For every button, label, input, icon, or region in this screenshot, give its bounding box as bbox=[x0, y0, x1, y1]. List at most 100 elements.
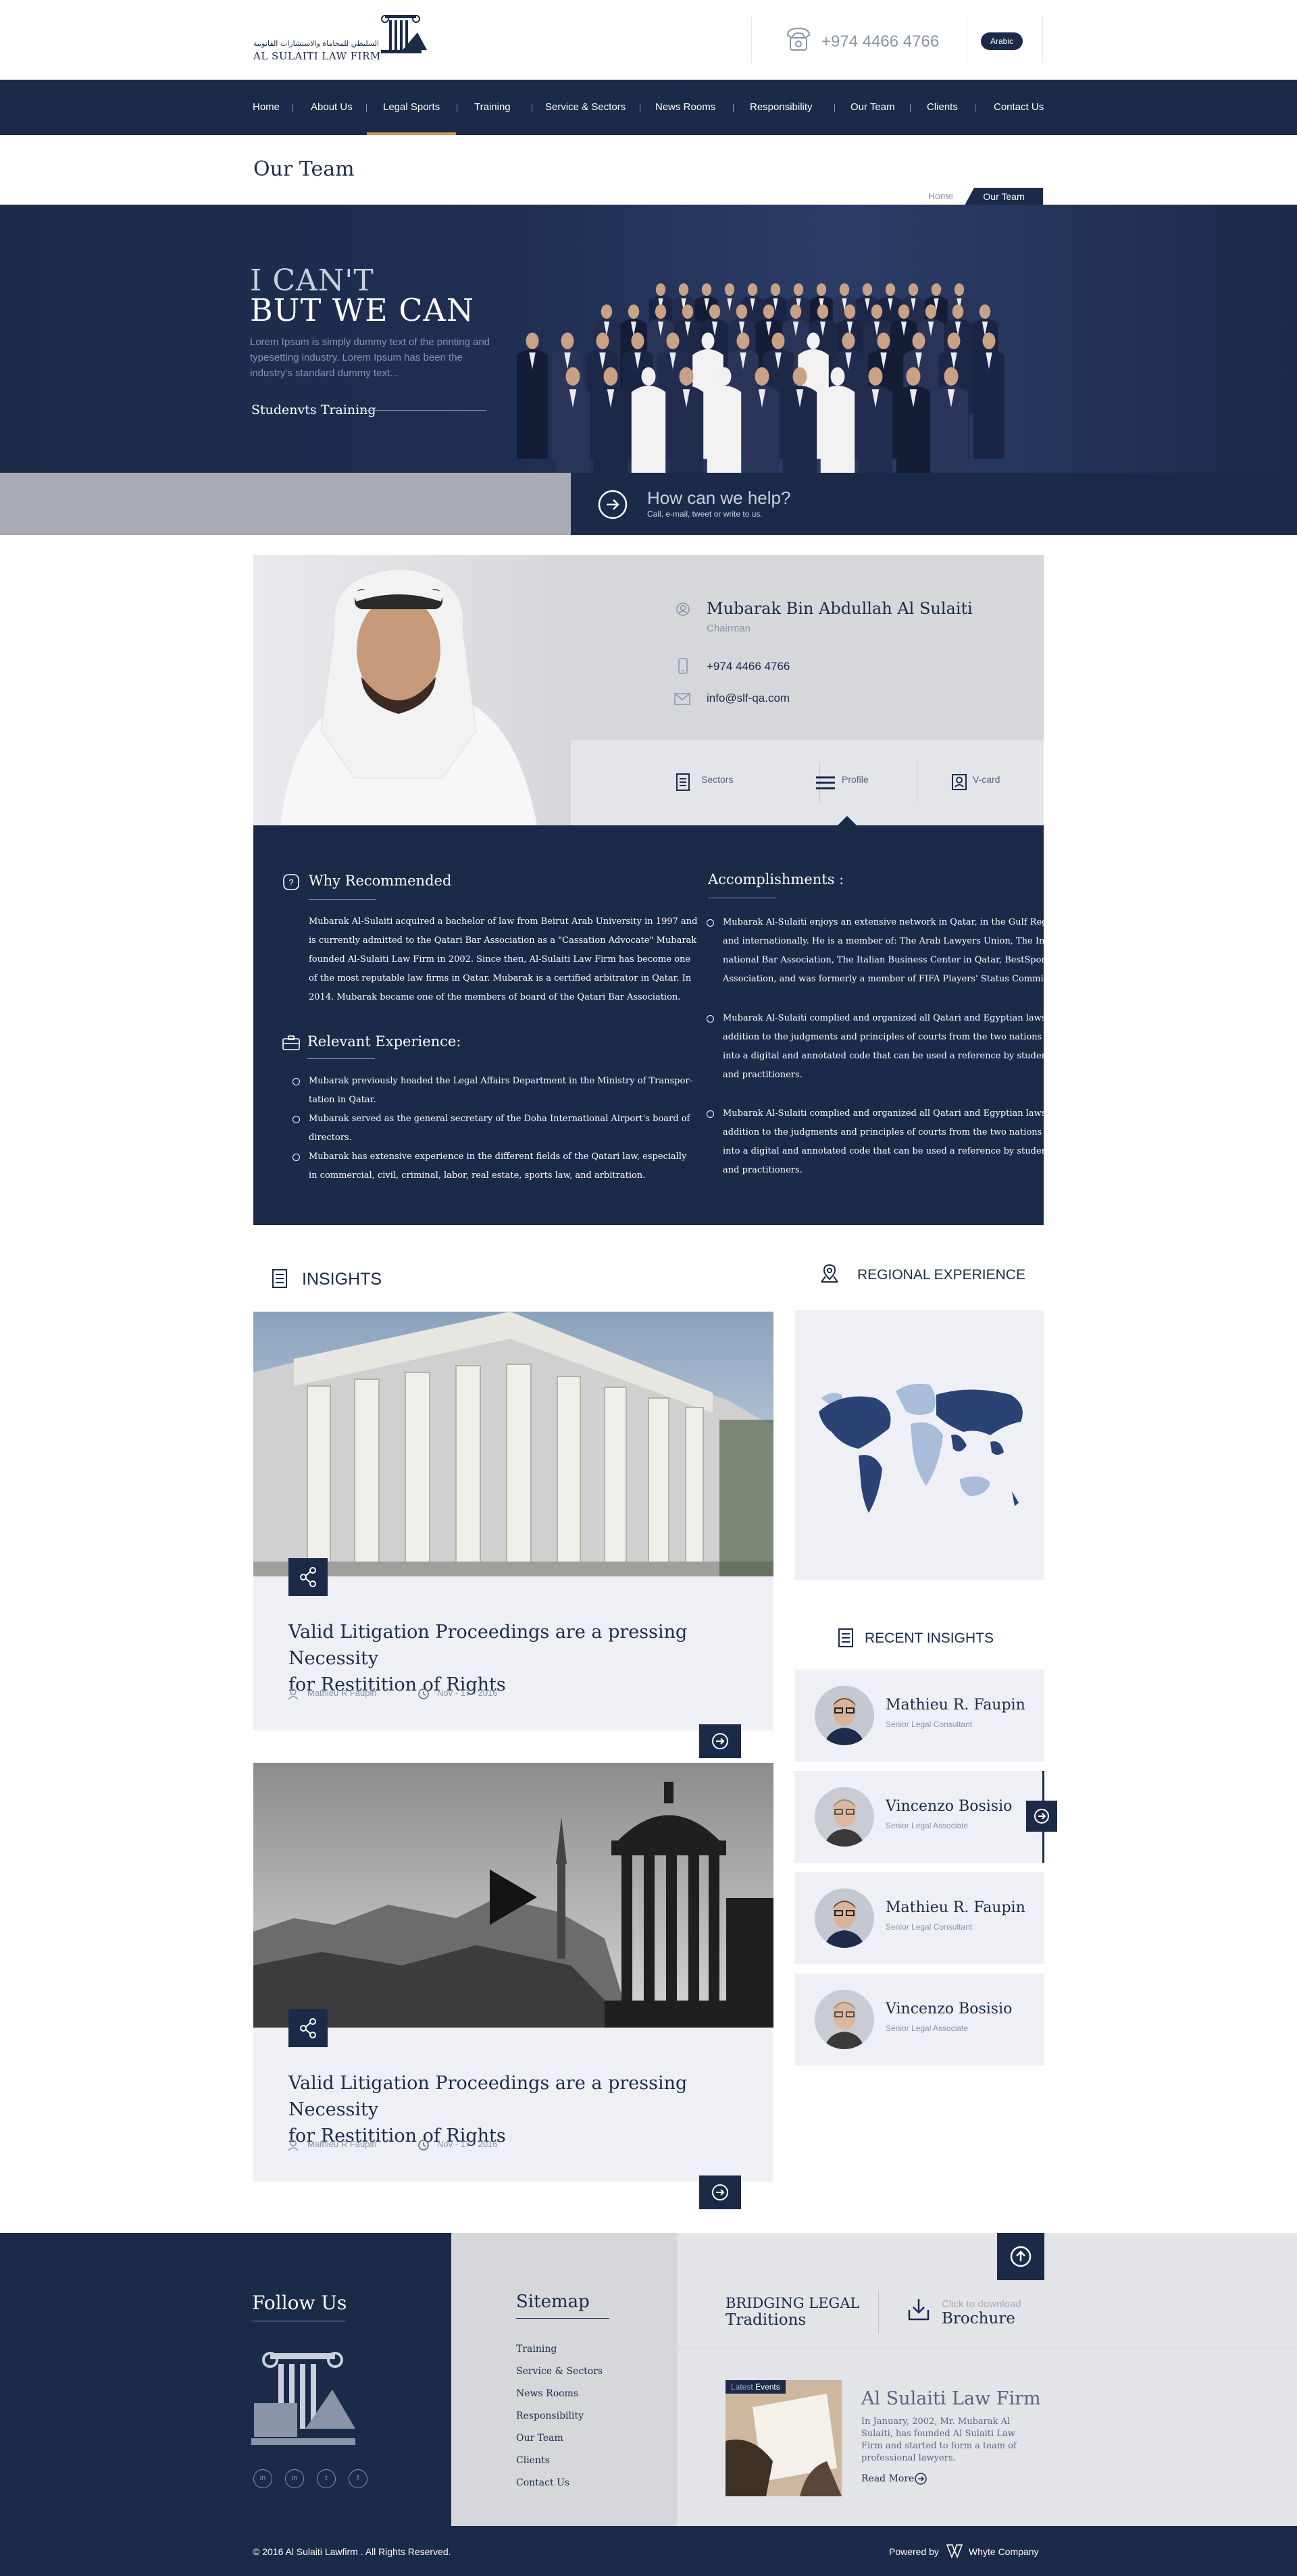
event-photo[interactable] bbox=[726, 2380, 842, 2496]
company-logo-icon[interactable] bbox=[946, 2542, 963, 2558]
why-line: of the most reputable law firms in Qatar… bbox=[309, 973, 692, 983]
accomplishment-line: and practitioners. bbox=[723, 1070, 803, 1080]
nav-news-rooms[interactable]: News Rooms bbox=[655, 80, 715, 135]
header-phone[interactable]: +974 4466 4766 bbox=[821, 32, 939, 51]
experience-line: directors. bbox=[309, 1133, 352, 1143]
footer-follow-section bbox=[0, 2233, 451, 2526]
arrow-circle-icon[interactable] bbox=[597, 489, 628, 520]
nav-about[interactable]: About Us bbox=[311, 80, 353, 135]
sitemap-link[interactable]: News Rooms bbox=[516, 2388, 578, 2399]
read-more-button[interactable] bbox=[699, 2175, 741, 2209]
event-read-more[interactable]: Read More bbox=[861, 2473, 914, 2484]
insight-author: Mathieu R Faupin bbox=[307, 1688, 377, 1698]
sitemap-link[interactable]: Service & Sectors bbox=[516, 2366, 603, 2377]
logo-icon[interactable] bbox=[377, 12, 427, 61]
why-line: Mubarak Al-Sulaiti acquired a bachelor o… bbox=[309, 917, 698, 927]
language-button[interactable]: Arabic bbox=[981, 32, 1023, 50]
insight-date: Nov - 17 - 2016 bbox=[437, 2139, 498, 2149]
breadcrumb-home[interactable]: Home bbox=[928, 190, 953, 201]
nav-home[interactable]: Home bbox=[253, 80, 280, 135]
nav-divider bbox=[834, 104, 835, 112]
nav-service-sectors[interactable]: Service & Sectors bbox=[545, 80, 626, 135]
insight-title[interactable]: Valid Litigation Proceedings are a press… bbox=[288, 1619, 748, 1698]
nav-our-team[interactable]: Our Team bbox=[850, 80, 895, 135]
accomplishment-line: Mubarak Al-Sulaiti complied and organize… bbox=[723, 1013, 1058, 1023]
recent-insight-item[interactable]: Vincenzo Bosisio Senior Legal Associate bbox=[794, 1974, 1044, 2065]
twitter-icon[interactable]: t bbox=[317, 2469, 336, 2488]
recent-insights-title: RECENT INSIGHTS bbox=[865, 1630, 994, 1646]
mail-icon bbox=[674, 693, 690, 705]
recent-insight-item[interactable]: Mathieu R. Faupin Senior Legal Consultan… bbox=[794, 1670, 1044, 1761]
insights-title: INSIGHTS bbox=[302, 1270, 382, 1289]
company-name[interactable]: Whyte Company bbox=[969, 2546, 1038, 2557]
nav-active-indicator bbox=[367, 132, 456, 135]
tab-vcard[interactable]: V-card bbox=[973, 774, 1000, 785]
linkedin-icon[interactable]: in bbox=[253, 2469, 272, 2488]
nav-contact[interactable]: Contact Us bbox=[994, 80, 1044, 135]
accomplishment-item: Mubarak Al-Sulaiti enjoys an extensive n… bbox=[707, 913, 1064, 989]
download-icon[interactable] bbox=[907, 2296, 931, 2322]
breadcrumb-current: Our Team bbox=[965, 188, 1043, 205]
experience-line: Mubarak has extensive experience in the … bbox=[309, 1152, 687, 1162]
document-icon bbox=[270, 1268, 289, 1289]
insight-date: Nov - 17 - 2016 bbox=[437, 1688, 498, 1698]
clock-icon bbox=[417, 2139, 430, 2151]
share-button[interactable] bbox=[288, 1558, 328, 1596]
sitemap-link[interactable]: Responsibility bbox=[516, 2411, 584, 2421]
sitemap-link[interactable]: Clients bbox=[516, 2455, 550, 2466]
recent-insight-item[interactable]: Mathieu R. Faupin Senior Legal Consultan… bbox=[794, 1872, 1044, 1964]
accomplishment-item: Mubarak Al-Sulaiti complied and organize… bbox=[707, 1104, 1057, 1180]
nav-legal-sports[interactable]: Legal Sports bbox=[383, 80, 440, 135]
video-thumbnail[interactable] bbox=[253, 1763, 773, 2028]
share-button[interactable] bbox=[288, 2009, 328, 2047]
vcard-icon[interactable] bbox=[951, 773, 967, 791]
sitemap-link[interactable]: Training bbox=[516, 2344, 557, 2354]
recent-insight-item[interactable]: Vincenzo Bosisio Senior Legal Associate bbox=[794, 1771, 1044, 1863]
sectors-icon[interactable] bbox=[674, 773, 692, 792]
insight-card[interactable]: Valid Litigation Proceedings are a press… bbox=[253, 1763, 773, 2209]
recent-role: Senior Legal Consultant bbox=[886, 1922, 973, 1932]
hero-training-link[interactable]: Studenvts Training bbox=[251, 403, 376, 417]
tab-profile[interactable]: Profile bbox=[842, 774, 869, 785]
avatar bbox=[815, 1787, 874, 1847]
insight-title-line: Valid Litigation Proceedings are a press… bbox=[288, 1622, 688, 1669]
sitemap-link[interactable]: Contact Us bbox=[516, 2477, 569, 2488]
accomplishment-line: and practitioners. bbox=[723, 1165, 803, 1175]
insight-title[interactable]: Valid Litigation Proceedings are a press… bbox=[288, 2070, 748, 2149]
experience-item: Mubarak previously headed the Legal Affa… bbox=[293, 1072, 692, 1110]
download-brochure-link[interactable]: Brochure bbox=[942, 2310, 1015, 2327]
profile-email[interactable]: info@slf-qa.com bbox=[707, 692, 790, 705]
insight-card[interactable]: Valid Litigation Proceedings are a press… bbox=[253, 1312, 773, 1758]
mobile-icon bbox=[677, 658, 689, 674]
accomplishment-line: national Bar Association, The Italian Bu… bbox=[723, 955, 1049, 965]
profile-phone[interactable]: +974 4466 4766 bbox=[707, 660, 790, 673]
download-hint[interactable]: Click to download bbox=[942, 2298, 1021, 2310]
recent-name: Mathieu R. Faupin bbox=[886, 1697, 1025, 1714]
sitemap-link[interactable]: Our Team bbox=[516, 2433, 563, 2444]
nav-responsibility[interactable]: Responsibility bbox=[750, 80, 813, 135]
back-to-top-button[interactable] bbox=[997, 2233, 1044, 2280]
linkedin-icon[interactable]: in bbox=[285, 2469, 304, 2488]
accomplishment-line: addition to the judgments and principles… bbox=[723, 1127, 1042, 1137]
menu-icon[interactable] bbox=[816, 775, 835, 790]
recent-item-arrow-button[interactable] bbox=[1026, 1801, 1057, 1832]
powered-by-label: Powered by bbox=[889, 2546, 939, 2557]
nav-training[interactable]: Training bbox=[474, 80, 511, 135]
read-more-button[interactable] bbox=[699, 1724, 741, 1758]
sitemap-title: Sitemap bbox=[516, 2292, 590, 2312]
event-title[interactable]: Al Sulaiti Law Firm bbox=[861, 2388, 1041, 2409]
user-icon bbox=[676, 602, 690, 617]
logo-text[interactable]: AL SULAITI LAW FIRM bbox=[253, 50, 381, 62]
nav-divider bbox=[733, 104, 734, 112]
clock-icon bbox=[417, 1688, 430, 1700]
arrow-circle-icon[interactable] bbox=[914, 2472, 927, 2485]
nav-clients[interactable]: Clients bbox=[927, 80, 958, 135]
tab-sectors[interactable]: Sectors bbox=[701, 774, 733, 785]
facebook-icon[interactable]: f bbox=[349, 2469, 367, 2488]
regional-map[interactable] bbox=[794, 1310, 1044, 1580]
bridging-subtitle: Traditions bbox=[726, 2311, 807, 2329]
accomplishment-line: into a digital and annotated code that c… bbox=[723, 1051, 1055, 1061]
follow-us-title: Follow Us bbox=[252, 2292, 347, 2314]
profile-role: Chairman bbox=[707, 623, 751, 634]
why-line: founded Al-Sulaiti Law Firm in 2002. Sin… bbox=[309, 954, 691, 964]
